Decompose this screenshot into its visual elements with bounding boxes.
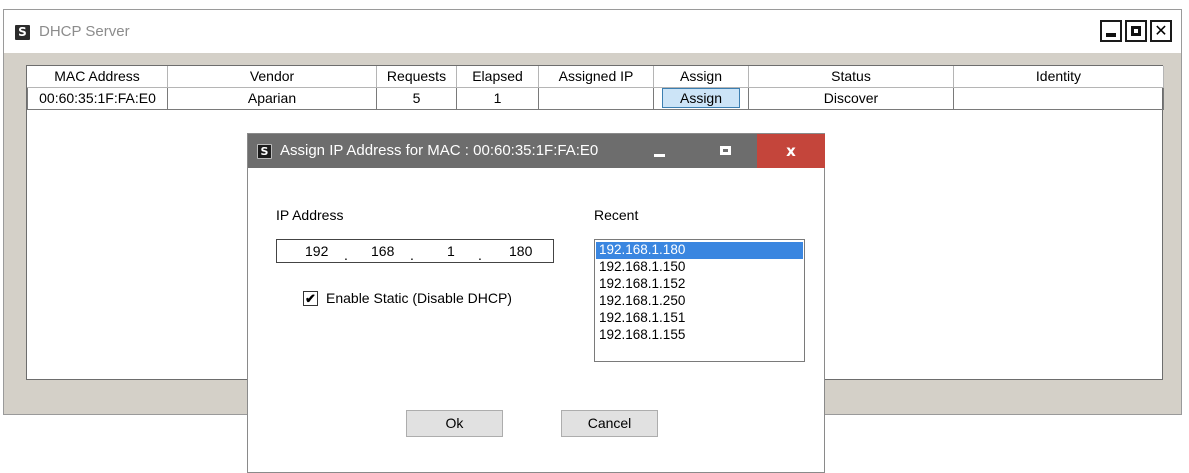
grid-header-row: MAC Address Vendor Requests Elapsed Assi… (27, 66, 1164, 88)
app-logo-icon: S (15, 25, 30, 40)
column-header-identity[interactable]: Identity (954, 66, 1164, 88)
column-header-elapsed[interactable]: Elapsed (457, 66, 539, 88)
ip-address-label: IP Address (276, 207, 344, 223)
cell-identity (954, 88, 1164, 110)
ip-octet-4[interactable]: 180 (509, 243, 532, 259)
list-item[interactable]: 192.168.1.150 (596, 259, 803, 276)
assign-ip-dialog: S Assign IP Address for MAC : 00:60:35:1… (247, 133, 825, 473)
table-row[interactable]: 00:60:35:1F:FA:E0 Aparian 5 1 Assign Dis… (27, 88, 1164, 110)
maximize-icon (720, 146, 731, 155)
minimize-icon (654, 154, 665, 157)
minimize-icon (1106, 33, 1116, 37)
column-header-status[interactable]: Status (749, 66, 954, 88)
ip-octet-3[interactable]: 1 (447, 243, 455, 259)
recent-label: Recent (594, 207, 639, 223)
cell-assign: Assign (654, 88, 749, 110)
cell-elapsed: 1 (457, 88, 539, 110)
dialog-minimize-button[interactable] (633, 134, 688, 168)
close-icon: x (786, 142, 796, 160)
column-header-requests[interactable]: Requests (377, 66, 457, 88)
list-item[interactable]: 192.168.1.151 (596, 310, 803, 327)
ip-separator: . (410, 247, 414, 263)
column-header-assign[interactable]: Assign (654, 66, 749, 88)
dialog-titlebar[interactable]: S Assign IP Address for MAC : 00:60:35:1… (248, 134, 825, 168)
checkmark-icon: ✔ (305, 291, 316, 306)
ip-separator: . (478, 247, 482, 263)
list-item[interactable]: 192.168.1.155 (596, 327, 803, 344)
ip-octet-1[interactable]: 192 (305, 243, 328, 259)
assign-button[interactable]: Assign (662, 88, 740, 108)
maximize-button[interactable] (1125, 20, 1147, 42)
column-header-mac[interactable]: MAC Address (27, 66, 168, 88)
cell-mac: 00:60:35:1F:FA:E0 (27, 88, 168, 110)
ip-address-input[interactable]: 192 . 168 . 1 . 180 (276, 239, 554, 263)
list-item[interactable]: 192.168.1.152 (596, 276, 803, 293)
close-icon: ✕ (1154, 21, 1168, 40)
cell-status: Discover (749, 88, 954, 110)
list-item[interactable]: 192.168.1.250 (596, 293, 803, 310)
ip-octet-2[interactable]: 168 (371, 243, 394, 259)
dialog-close-button[interactable]: x (757, 134, 825, 168)
maximize-icon (1131, 26, 1141, 36)
main-titlebar[interactable]: S DHCP Server ✕ (4, 10, 1181, 54)
ip-separator: . (344, 247, 348, 263)
cell-vendor: Aparian (168, 88, 377, 110)
dialog-logo-icon: S (257, 144, 272, 159)
window-title: DHCP Server (39, 23, 130, 40)
cancel-button[interactable]: Cancel (561, 410, 658, 437)
recent-ip-list[interactable]: 192.168.1.180 192.168.1.150 192.168.1.15… (594, 239, 805, 362)
list-item[interactable]: 192.168.1.180 (596, 242, 803, 259)
column-header-assigned-ip[interactable]: Assigned IP (539, 66, 654, 88)
dialog-title: Assign IP Address for MAC : 00:60:35:1F:… (280, 142, 599, 159)
dialog-maximize-button[interactable] (700, 134, 755, 168)
enable-static-label[interactable]: Enable Static (Disable DHCP) (326, 290, 512, 306)
minimize-button[interactable] (1100, 20, 1122, 42)
close-button[interactable]: ✕ (1150, 20, 1172, 42)
cell-requests: 5 (377, 88, 457, 110)
cell-assigned-ip (539, 88, 654, 110)
column-header-vendor[interactable]: Vendor (168, 66, 377, 88)
ok-button[interactable]: Ok (406, 410, 503, 437)
enable-static-checkbox[interactable]: ✔ (303, 291, 318, 306)
